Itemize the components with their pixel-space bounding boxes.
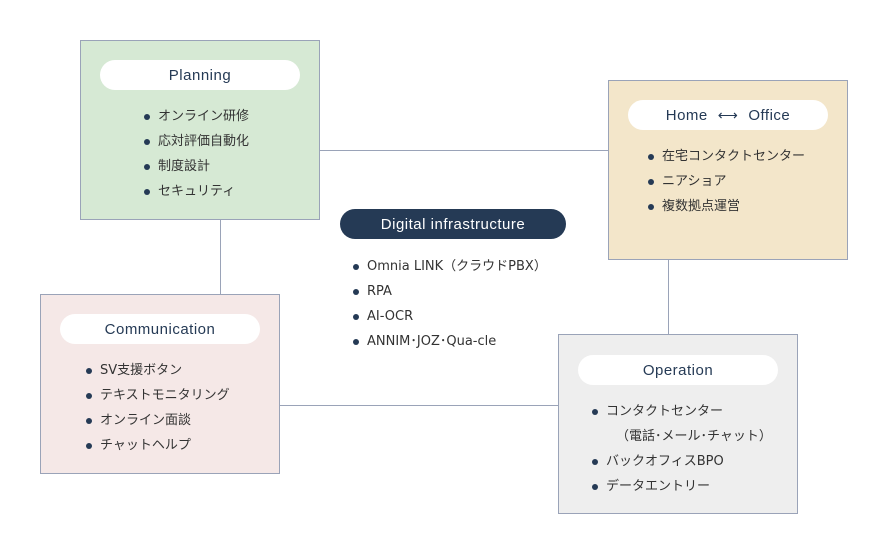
list-item: 制度設計 [144,154,249,179]
connector-planning-home [320,150,608,151]
list-item-continuation: （電話･メール･チャット） [616,429,772,444]
planning-box: Planning オンライン研修 応対評価自動化 制度設計 セキュリティ [80,40,320,220]
communication-title: Communication [60,314,260,344]
connector-communication-operation [280,405,558,406]
office-label: Office [748,106,791,124]
list-item: セキュリティ [144,179,249,204]
list-item: オンライン面談 [86,408,230,433]
planning-list: オンライン研修 応対評価自動化 制度設計 セキュリティ [144,104,249,204]
home-office-box: Home ⟷ Office 在宅コンタクトセンター ニアショア 複数拠点運営 [608,80,848,260]
left-right-arrow-icon: ⟷ [717,106,739,123]
list-item: オンライン研修 [144,104,249,129]
list-item: コンタクトセンター [592,399,772,424]
home-label: Home [665,106,708,124]
list-item: ニアショア [648,169,805,194]
planning-title: Planning [100,60,300,90]
operation-list: コンタクトセンター （電話･メール･チャット） バックオフィスBPO データエン… [592,399,772,499]
connector-home-operation [668,260,669,334]
list-item: AI-OCR [353,304,547,329]
communication-list: SV支援ボタン テキストモニタリング オンライン面談 チャットヘルプ [86,358,230,458]
list-item: SV支援ボタン [86,358,230,383]
operation-box: Operation コンタクトセンター （電話･メール･チャット） バックオフィ… [558,334,798,514]
communication-box: Communication SV支援ボタン テキストモニタリング オンライン面談… [40,294,280,474]
list-item: データエントリー [592,474,772,499]
list-item: 応対評価自動化 [144,129,249,154]
list-item: RPA [353,279,547,304]
operation-title: Operation [578,355,778,385]
digital-infrastructure-list: Omnia LINK（クラウドPBX） RPA AI-OCR ANNIM･JOZ… [353,254,547,354]
list-item: チャットヘルプ [86,433,230,458]
list-item: Omnia LINK（クラウドPBX） [353,254,547,279]
digital-infrastructure-title: Digital infrastructure [340,209,566,239]
list-item: テキストモニタリング [86,383,230,408]
list-item: 複数拠点運営 [648,194,805,219]
list-item: 在宅コンタクトセンター [648,144,805,169]
connector-planning-communication [220,220,221,294]
home-office-list: 在宅コンタクトセンター ニアショア 複数拠点運営 [648,144,805,219]
list-item: ANNIM･JOZ･Qua-cle [353,329,547,354]
list-item: バックオフィスBPO [592,449,772,474]
home-office-title: Home ⟷ Office [628,100,828,130]
